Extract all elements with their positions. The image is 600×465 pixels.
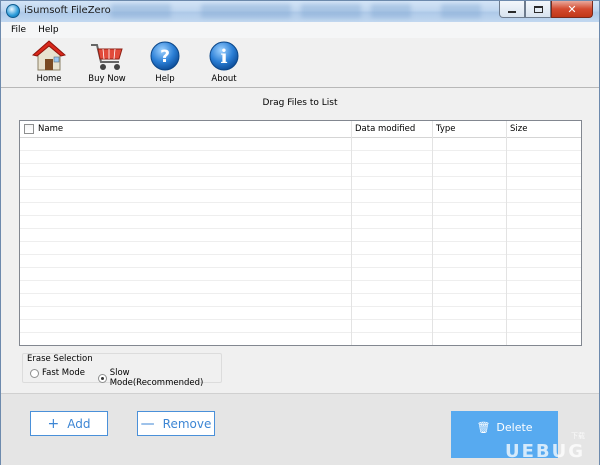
title-bar[interactable]: iSumsoft FileZero ✕ bbox=[1, 1, 599, 22]
minimize-icon bbox=[508, 10, 516, 13]
help-icon: ? bbox=[141, 40, 189, 72]
home-icon bbox=[25, 40, 73, 72]
svg-text:?: ? bbox=[160, 47, 170, 67]
column-divider bbox=[506, 121, 507, 345]
watermark-subtext: 下载 bbox=[571, 432, 585, 440]
about-label: About bbox=[211, 74, 237, 84]
menu-file[interactable]: File bbox=[5, 25, 32, 35]
window-controls: ✕ bbox=[499, 1, 593, 18]
title-bar-blur bbox=[201, 4, 291, 18]
column-name[interactable]: Name bbox=[35, 121, 63, 138]
column-type[interactable]: Type bbox=[433, 121, 456, 138]
slow-mode-radio-dot bbox=[98, 373, 107, 383]
title-bar-blur bbox=[371, 4, 411, 18]
maximize-button[interactable] bbox=[525, 1, 551, 18]
window-title: iSumsoft FileZero bbox=[24, 5, 111, 16]
fast-mode-label: Fast Mode bbox=[42, 368, 85, 378]
svg-text:i: i bbox=[220, 46, 227, 68]
action-panel: + Add — Remove 🗑 Delete 下载 UEBUG bbox=[1, 393, 599, 465]
title-bar-blur bbox=[441, 4, 481, 18]
delete-icon: 🗑 bbox=[476, 421, 491, 434]
plus-icon: + bbox=[47, 415, 60, 432]
maximize-icon bbox=[533, 5, 543, 13]
remove-button[interactable]: — Remove bbox=[137, 411, 215, 436]
add-button-label: Add bbox=[67, 416, 91, 431]
watermark-logo: UEBUG bbox=[504, 441, 585, 462]
minus-icon: — bbox=[140, 415, 155, 432]
title-bar-blur bbox=[301, 4, 361, 18]
column-divider bbox=[432, 121, 433, 345]
remove-button-label: Remove bbox=[162, 416, 212, 431]
minimize-button[interactable] bbox=[499, 1, 525, 18]
delete-button-label: Delete bbox=[496, 421, 533, 434]
drag-files-label: Drag Files to List bbox=[262, 98, 338, 108]
fast-mode-radio-dot bbox=[30, 368, 39, 378]
slow-mode-radio[interactable]: Slow Mode(Recommended) bbox=[98, 368, 221, 388]
close-button[interactable]: ✕ bbox=[551, 1, 593, 18]
help-button[interactable]: ? Help bbox=[141, 40, 189, 84]
home-button[interactable]: Home bbox=[25, 40, 73, 84]
app-window: iSumsoft FileZero ✕ File Help Home Buy N… bbox=[0, 0, 600, 465]
add-button[interactable]: + Add bbox=[30, 411, 108, 436]
info-icon: i bbox=[200, 40, 248, 72]
home-label: Home bbox=[36, 74, 62, 84]
about-button[interactable]: i About bbox=[200, 40, 248, 84]
file-list[interactable]: Name Data modified Type Size bbox=[19, 120, 582, 346]
file-list-rows bbox=[20, 138, 581, 345]
help-label: Help bbox=[155, 74, 175, 84]
column-data-modified[interactable]: Data modified bbox=[352, 121, 415, 138]
toolbar: Home Buy Now ? Help i About bbox=[1, 38, 599, 88]
app-logo-icon bbox=[6, 4, 20, 18]
column-divider bbox=[351, 121, 352, 345]
select-all-checkbox[interactable] bbox=[24, 124, 34, 134]
slow-mode-label: Slow Mode(Recommended) bbox=[109, 368, 204, 388]
close-icon: ✕ bbox=[567, 2, 577, 16]
column-size[interactable]: Size bbox=[507, 121, 527, 138]
menu-bar: File Help bbox=[1, 22, 599, 38]
menu-help[interactable]: Help bbox=[32, 25, 65, 35]
fast-mode-radio[interactable]: Fast Mode bbox=[30, 368, 85, 378]
erase-selection-group: Erase Selection Fast Mode Slow Mode(Reco… bbox=[22, 353, 222, 388]
file-list-header: Name Data modified Type Size bbox=[20, 121, 581, 138]
buy-now-button[interactable]: Buy Now bbox=[83, 40, 131, 84]
title-bar-blur bbox=[111, 4, 171, 18]
erase-selection-title: Erase Selection bbox=[27, 354, 93, 364]
buy-now-label: Buy Now bbox=[88, 74, 126, 84]
shopping-cart-icon bbox=[83, 40, 131, 72]
